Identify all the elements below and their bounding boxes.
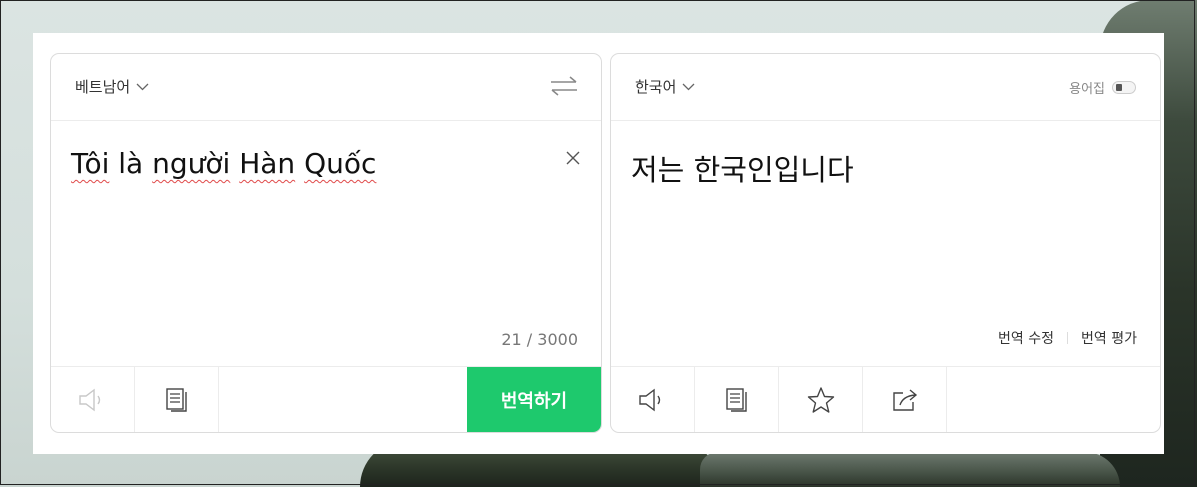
listen-source-button[interactable] xyxy=(51,367,135,432)
toggle-switch-icon xyxy=(1112,81,1136,94)
source-panel: 베트남어 Tôi là người Hàn Quốc 21 / 3000 번역하… xyxy=(50,53,602,433)
translator-card: 베트남어 Tôi là người Hàn Quốc 21 / 3000 번역하… xyxy=(33,33,1164,454)
target-language-label: 한국어 xyxy=(635,78,677,96)
source-space xyxy=(295,147,304,180)
chevron-down-icon xyxy=(682,83,695,90)
target-footer xyxy=(611,366,1160,432)
speaker-icon xyxy=(78,388,100,411)
character-counter: 21 / 3000 xyxy=(501,330,578,349)
listen-target-button[interactable] xyxy=(611,367,695,432)
chevron-down-icon xyxy=(136,83,149,90)
dictionary-source-button[interactable] xyxy=(135,367,219,432)
document-icon xyxy=(165,387,187,412)
speaker-icon xyxy=(638,388,660,411)
divider xyxy=(1067,332,1069,344)
swap-languages-icon[interactable] xyxy=(549,75,579,97)
target-header: 한국어 용어집 xyxy=(611,54,1160,121)
glossary-label: 용어집 xyxy=(1069,82,1105,97)
translation-feedback-links: 번역 수정 번역 평가 xyxy=(998,328,1137,348)
source-language-select[interactable]: 베트남어 xyxy=(75,76,149,97)
target-panel: 한국어 용어집 저는 한국인입니다 번역 수정 번역 평가 xyxy=(610,53,1161,433)
close-icon[interactable] xyxy=(565,150,581,166)
share-icon xyxy=(892,388,917,411)
source-space xyxy=(230,147,239,180)
dictionary-target-button[interactable] xyxy=(695,367,779,432)
translate-button[interactable]: 번역하기 xyxy=(467,367,601,432)
source-language-label: 베트남어 xyxy=(75,78,131,96)
favorite-button[interactable] xyxy=(779,367,863,432)
source-footer: 번역하기 xyxy=(51,366,601,432)
source-text-input[interactable]: Tôi là người Hàn Quốc xyxy=(71,147,376,180)
share-button[interactable] xyxy=(863,367,947,432)
target-language-select[interactable]: 한국어 xyxy=(635,76,695,97)
star-icon xyxy=(807,386,834,413)
glossary-toggle[interactable]: 용어집 xyxy=(1069,78,1136,97)
rate-translation-link[interactable]: 번역 평가 xyxy=(1081,328,1137,348)
source-word: Quốc xyxy=(304,147,377,180)
edit-translation-link[interactable]: 번역 수정 xyxy=(998,328,1054,348)
document-icon xyxy=(725,387,747,412)
source-word: là xyxy=(109,147,153,180)
source-word: Tôi xyxy=(71,147,110,180)
source-word: Hàn xyxy=(239,147,296,180)
translation-output: 저는 한국인입니다 xyxy=(631,153,854,187)
source-word: người xyxy=(152,147,231,180)
background-rock-bottom-right xyxy=(700,452,1120,487)
source-header: 베트남어 xyxy=(51,54,601,121)
